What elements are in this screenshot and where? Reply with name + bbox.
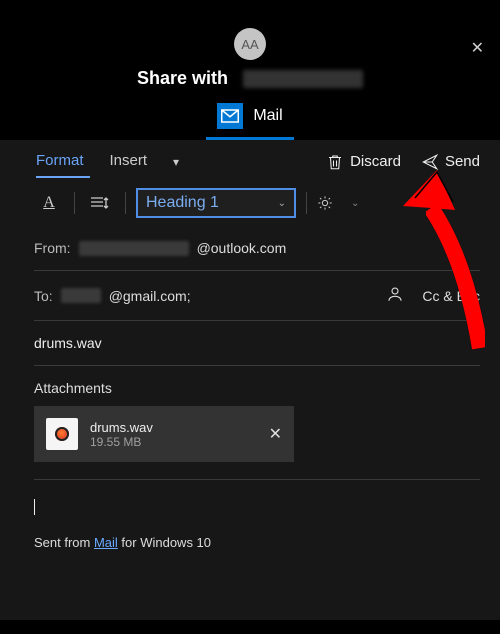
theme-dropdown[interactable]: ⌄ — [317, 195, 359, 211]
send-icon — [421, 153, 439, 171]
remove-attachment-icon[interactable]: ✕ — [269, 424, 282, 444]
chevron-down-icon: ⌄ — [351, 198, 359, 209]
tab-format[interactable]: Format — [36, 146, 84, 177]
ccbcc-button[interactable]: Cc & Bcc — [422, 288, 480, 304]
app-tab-mail[interactable]: Mail — [0, 103, 500, 137]
paragraph-icon[interactable] — [85, 188, 115, 218]
style-value: Heading 1 — [146, 194, 219, 212]
tab-insert[interactable]: Insert — [110, 146, 148, 177]
attachment-size: 19.55 MB — [90, 435, 257, 449]
send-label: Send — [445, 153, 480, 170]
close-icon[interactable]: ✕ — [471, 38, 484, 58]
signature-prefix: Sent from — [34, 535, 94, 550]
separator — [306, 192, 307, 214]
to-redacted — [61, 288, 101, 303]
attachment-name: drums.wav — [90, 420, 257, 435]
from-domain: @outlook.com — [197, 240, 287, 256]
to-label: To: — [34, 288, 53, 304]
contact-picker-icon[interactable] — [386, 285, 404, 306]
discard-button[interactable]: Discard — [326, 153, 401, 171]
send-button[interactable]: Send — [421, 153, 480, 171]
share-prefix: Share with — [137, 68, 228, 88]
attachment-thumb — [46, 418, 78, 450]
separator — [34, 466, 480, 480]
avatar: AA — [234, 28, 266, 60]
message-body[interactable] — [0, 480, 500, 515]
separator — [125, 192, 126, 214]
chevron-down-icon[interactable]: ▾ — [173, 155, 179, 169]
font-color-icon[interactable]: A — [34, 188, 64, 218]
to-field[interactable]: To: @gmail.com; Cc & Bcc — [34, 271, 480, 321]
to-domain: @gmail.com; — [109, 288, 191, 304]
signature: Sent from Mail for Windows 10 — [0, 515, 500, 550]
signature-link[interactable]: Mail — [94, 535, 118, 550]
signature-suffix: for Windows 10 — [118, 535, 211, 550]
attachments-label: Attachments — [34, 366, 480, 406]
app-tab-label: Mail — [253, 107, 282, 125]
text-cursor — [34, 499, 35, 515]
sun-icon — [317, 195, 333, 211]
share-title: Share with — [0, 68, 500, 89]
from-label: From: — [34, 240, 71, 256]
chevron-down-icon: ⌄ — [278, 198, 286, 209]
share-contact-redacted — [243, 70, 363, 88]
from-field: From: @outlook.com — [34, 226, 480, 271]
mail-icon — [217, 103, 243, 129]
style-dropdown[interactable]: Heading 1 ⌄ — [136, 188, 296, 218]
trash-icon — [326, 153, 344, 171]
from-redacted — [79, 241, 189, 256]
discard-label: Discard — [350, 153, 401, 170]
attachment-chip[interactable]: drums.wav 19.55 MB ✕ — [34, 406, 294, 462]
subject-field[interactable]: drums.wav — [34, 321, 480, 366]
separator — [74, 192, 75, 214]
